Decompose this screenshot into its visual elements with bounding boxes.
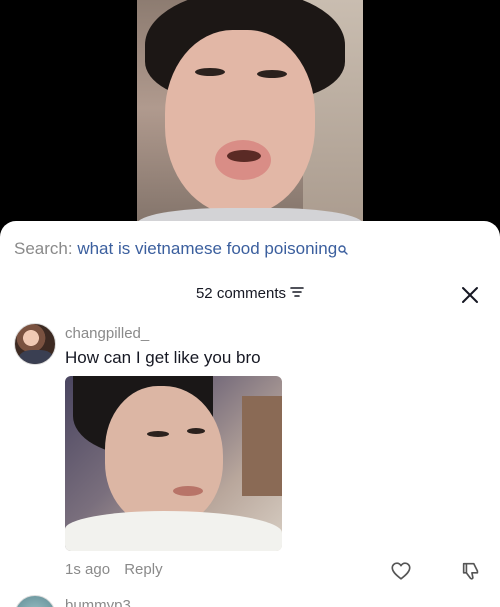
comments-header: 52 comments [0, 285, 500, 305]
close-icon[interactable] [460, 285, 480, 305]
filter-icon[interactable] [290, 285, 304, 302]
comment-image[interactable] [65, 376, 282, 551]
thumbs-down-icon[interactable] [460, 560, 482, 582]
comment-timestamp: 1s ago [65, 561, 111, 578]
search-suggestion[interactable]: Search: what is vietnamese food poisonin… [14, 239, 348, 260]
avatar[interactable] [14, 595, 56, 607]
comments-count: 52 comments [195, 285, 287, 302]
reply-button[interactable]: Reply [124, 561, 162, 578]
search-query[interactable]: what is vietnamese food poisoning [77, 239, 337, 258]
comment-username[interactable]: bummyp3 [65, 597, 131, 607]
comment-username[interactable]: changpilled_ [65, 325, 149, 342]
comment-text: How can I get like you bro [65, 348, 261, 367]
video-player[interactable] [0, 0, 500, 240]
comments-sheet: Search: what is vietnamese food poisonin… [0, 221, 500, 607]
heart-icon[interactable] [390, 560, 412, 582]
comment-meta: 1s ago Reply [65, 561, 163, 578]
video-frame [137, 0, 363, 240]
avatar[interactable] [14, 323, 56, 365]
search-icon[interactable] [338, 240, 348, 260]
search-label: Search: [14, 239, 73, 258]
